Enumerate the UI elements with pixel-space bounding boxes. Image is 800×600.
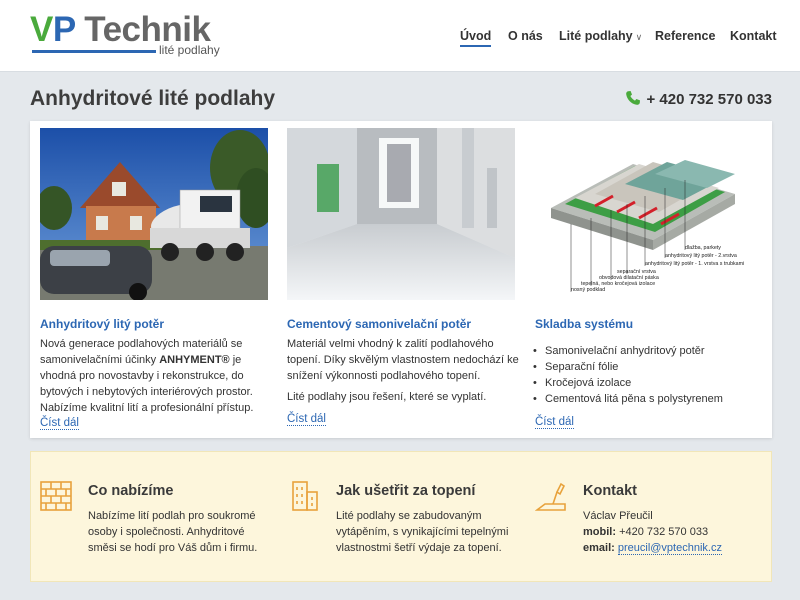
phone-number[interactable]: + 420 732 570 033 xyxy=(625,90,772,108)
logo-tagline: lité podlahy xyxy=(159,43,220,57)
mobile-number[interactable]: +420 732 570 033 xyxy=(619,526,708,538)
read-more-link[interactable]: Číst dál xyxy=(40,417,79,430)
diagram-label-base: nosný podklad xyxy=(571,287,605,293)
trowel-icon xyxy=(535,482,566,511)
card-image-house-truck xyxy=(40,128,268,300)
list-item: Separační fólie xyxy=(533,359,767,375)
chevron-down-icon: ∨ xyxy=(635,32,643,42)
contact-mobile: mobil: +420 732 570 033 xyxy=(583,524,768,540)
logo-letter-v: V xyxy=(30,10,53,49)
bricks-icon xyxy=(40,481,72,511)
card-text-cement: Materiál velmi vhodný k zalití podlahové… xyxy=(287,338,519,382)
offer-title-kontakt: Kontakt xyxy=(583,483,637,499)
card-title-skladba[interactable]: Skladba systému xyxy=(535,317,633,331)
list-item: Kročejová izolace xyxy=(533,375,767,391)
card-title-anhydrit[interactable]: Anhydritový litý potěr xyxy=(40,317,164,331)
anhyment-brand: ANHYMENT® xyxy=(159,354,230,366)
diagram-label-tile: dlažba, parkety xyxy=(685,245,721,251)
offer-title-usetrit: Jak ušetřit za topení xyxy=(336,483,476,499)
nav-uvod[interactable]: Úvod xyxy=(460,29,492,47)
logo-letter-p: P xyxy=(52,10,76,49)
phone-text: + 420 732 570 033 xyxy=(646,91,772,108)
system-layers-list: Samonivelační anhydritový potěr Separačn… xyxy=(533,343,767,407)
nav-o-nas[interactable]: O nás xyxy=(508,29,543,43)
page-title: Anhydritové lité podlahy xyxy=(30,87,276,110)
nav-lite-podlahy[interactable]: Lité podlahy ∨ xyxy=(559,29,642,43)
contact-email: email: preucil@vptechnik.cz xyxy=(583,540,768,556)
card-image-interior-floor xyxy=(287,128,515,300)
nav-reference[interactable]: Reference xyxy=(655,29,715,43)
read-more-link[interactable]: Číst dál xyxy=(287,413,326,426)
email-link[interactable]: preucil@vptechnik.cz xyxy=(617,542,722,555)
offer-box: Co nabízíme Nabízíme lití podlah pro sou… xyxy=(30,451,772,582)
card-image-layer-diagram: dlažba, parkety anhydritový litý potěr -… xyxy=(535,128,763,300)
list-item: Samonivelační anhydritový potěr xyxy=(533,343,767,359)
offer-title-co-nabizime: Co nabízíme xyxy=(88,483,174,499)
diagram-label-screed-1: anhydritový litý potěr - 1. vrstva s tru… xyxy=(645,261,744,267)
site-header: VP Technik lité podlahy Úvod O nás Lité … xyxy=(0,0,800,72)
nav-lite-podlahy-label: Lité podlahy xyxy=(559,29,633,43)
logo[interactable]: VP Technik lité podlahy xyxy=(30,12,230,60)
feature-cards: Anhydritový litý potěr Nová generace pod… xyxy=(30,121,772,438)
card-text-anhydrit: Nová generace podlahových materiálů se s… xyxy=(40,336,272,416)
building-icon xyxy=(292,481,318,511)
contact-details: Václav Přeučil mobil: +420 732 570 033 e… xyxy=(583,508,768,556)
offer-text-co-nabizime: Nabízíme lití podlah pro soukromé osoby … xyxy=(88,510,258,554)
card-text-cement-2: Lité podlahy jsou řešení, které se vypla… xyxy=(287,391,487,403)
card-title-cement[interactable]: Cementový samonivelační potěr xyxy=(287,317,471,331)
list-item: Cementová litá pěna s polystyrenem xyxy=(533,391,767,407)
offer-text-usetrit: Lité podlahy se zabudovaným vytápěním, s… xyxy=(336,510,509,554)
contact-name: Václav Přeučil xyxy=(583,510,653,522)
read-more-link[interactable]: Číst dál xyxy=(535,416,574,429)
diagram-label-screed-2: anhydritový litý potěr - 2.vrstva xyxy=(665,253,737,259)
phone-icon xyxy=(626,91,641,105)
logo-underline xyxy=(32,50,156,53)
nav-kontakt[interactable]: Kontakt xyxy=(730,29,777,43)
mobile-label: mobil: xyxy=(583,526,616,538)
email-label: email: xyxy=(583,542,615,554)
